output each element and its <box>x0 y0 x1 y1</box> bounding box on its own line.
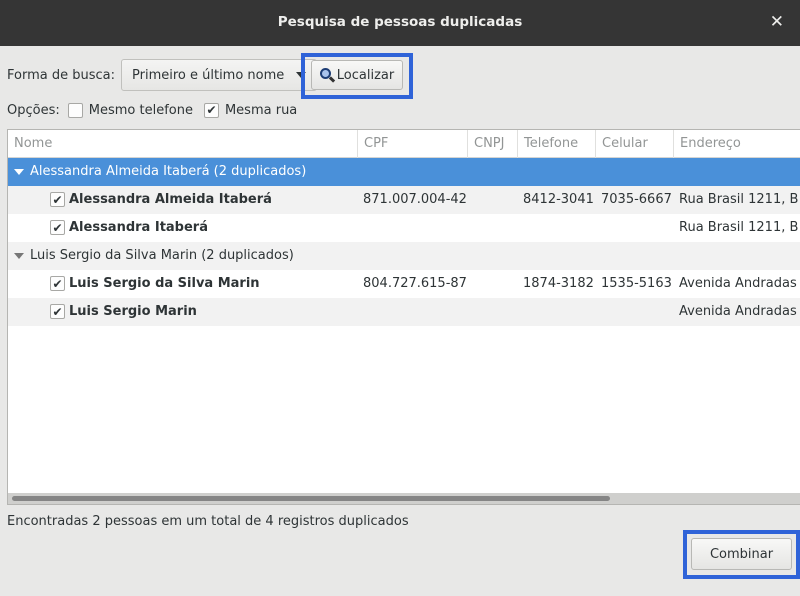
cell-name: Luis Sergio Marin <box>69 304 197 319</box>
same-phone-option[interactable]: Mesmo telefone <box>67 102 193 118</box>
same-phone-label: Mesmo telefone <box>88 102 193 118</box>
cell-cpf: 871.007.004-42 <box>363 192 467 207</box>
cell-address: Rua Brasil 1211, B <box>679 220 799 235</box>
search-mode-label: Forma de busca: <box>7 67 115 83</box>
search-mode-dropdown[interactable]: Primeiro e último nome <box>121 59 318 91</box>
cell-phone: 8412-3041 <box>523 192 594 207</box>
merge-button[interactable]: Combinar <box>691 538 792 570</box>
search-icon <box>319 67 335 83</box>
expander-icon[interactable] <box>14 169 24 175</box>
cell-address: Avenida Andradas <box>679 276 797 291</box>
group-title: Luis Sergio da Silva Marin (2 duplicados… <box>30 248 294 263</box>
cell-cpf: 804.727.615-87 <box>363 276 467 291</box>
options-label: Opções: <box>7 102 60 118</box>
same-street-label: Mesma rua <box>224 102 298 118</box>
group-row[interactable]: Luis Sergio da Silva Marin (2 duplicados… <box>8 242 800 270</box>
search-row: Forma de busca: Primeiro e último nome <box>7 59 318 91</box>
cell-address: Avenida Andradas <box>679 304 797 319</box>
column-header-phone[interactable]: Telefone <box>518 130 596 158</box>
table-row[interactable]: ✔ Luis Sergio Marin Avenida Andradas <box>8 298 800 326</box>
row-checkbox[interactable]: ✔ <box>50 220 65 235</box>
cell-address: Rua Brasil 1211, B <box>679 192 799 207</box>
group-row[interactable]: Alessandra Almeida Itaberá (2 duplicados… <box>8 158 800 186</box>
title-bar: Pesquisa de pessoas duplicadas ✕ <box>0 0 800 46</box>
table-row[interactable]: ✔ Luis Sergio da Silva Marin 804.727.615… <box>8 270 800 298</box>
table-row[interactable]: ✔ Alessandra Almeida Itaberá 871.007.004… <box>8 186 800 214</box>
row-checkbox[interactable]: ✔ <box>50 304 65 319</box>
cell-mobile: 1535-5163 <box>601 276 672 291</box>
table-header: Nome CPF CNPJ Telefone Celular Endereço <box>8 130 800 158</box>
window-title: Pesquisa de pessoas duplicadas <box>277 14 523 30</box>
cell-name: Alessandra Almeida Itaberá <box>69 192 272 207</box>
search-mode-value: Primeiro e último nome <box>132 67 285 83</box>
same-street-option[interactable]: ✔ Mesma rua <box>203 102 298 118</box>
cell-mobile: 7035-6667 <box>601 192 672 207</box>
close-icon[interactable]: ✕ <box>770 12 784 32</box>
column-header-name[interactable]: Nome <box>8 130 358 158</box>
table-row[interactable]: ✔ Alessandra Itaberá Rua Brasil 1211, B <box>8 214 800 242</box>
cell-name: Alessandra Itaberá <box>69 220 208 235</box>
merge-button-label: Combinar <box>709 546 774 562</box>
horizontal-scrollbar[interactable] <box>8 493 800 504</box>
column-header-mobile[interactable]: Celular <box>596 130 674 158</box>
find-button-label: Localizar <box>336 67 395 83</box>
status-text: Encontradas 2 pessoas em um total de 4 r… <box>7 514 409 529</box>
column-header-cpf[interactable]: CPF <box>358 130 468 158</box>
find-button[interactable]: Localizar <box>311 60 403 90</box>
scrollbar-thumb[interactable] <box>12 496 610 501</box>
group-title: Alessandra Almeida Itaberá (2 duplicados… <box>30 164 307 179</box>
cell-name: Luis Sergio da Silva Marin <box>69 276 260 291</box>
options-row: Opções: Mesmo telefone ✔ Mesma rua <box>7 100 297 120</box>
row-checkbox[interactable]: ✔ <box>50 276 65 291</box>
column-header-cnpj[interactable]: CNPJ <box>468 130 518 158</box>
same-phone-checkbox[interactable] <box>67 102 83 118</box>
duplicates-tree[interactable]: Nome CPF CNPJ Telefone Celular Endereço … <box>7 129 800 505</box>
same-street-checkbox[interactable]: ✔ <box>203 102 219 118</box>
cell-phone: 1874-3182 <box>523 276 594 291</box>
column-header-address[interactable]: Endereço <box>674 130 800 158</box>
row-checkbox[interactable]: ✔ <box>50 192 65 207</box>
expander-icon[interactable] <box>14 253 24 259</box>
